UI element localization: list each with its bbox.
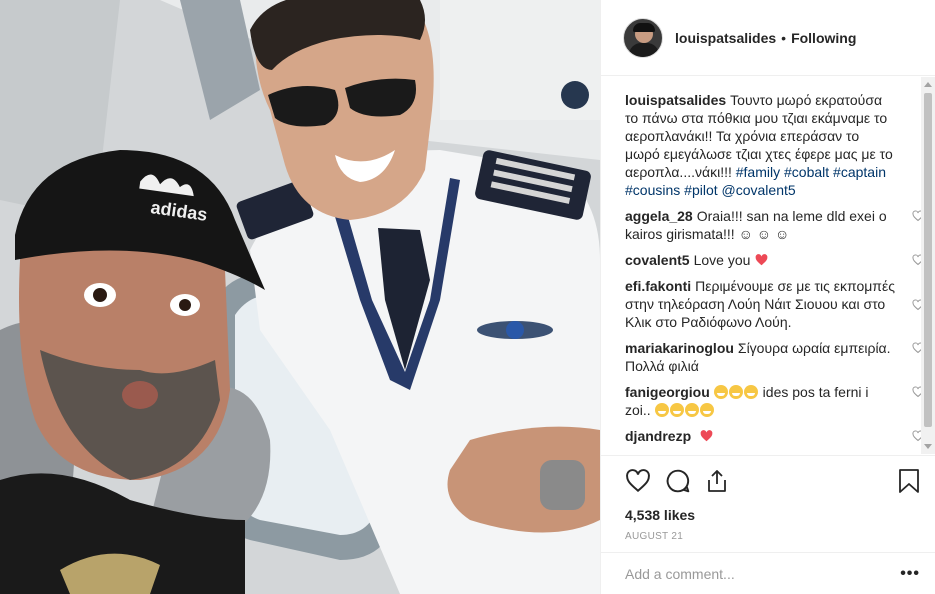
comment-username[interactable]: efi.fakonti (625, 278, 691, 294)
hashtag-family[interactable]: #family (736, 164, 780, 180)
list-item: aggela_28 Oraia!!! san na leme dld exei o… (625, 207, 924, 243)
hashtag-captain[interactable]: #captain (833, 164, 886, 180)
avatar[interactable] (623, 17, 663, 58)
comment-icon[interactable] (665, 468, 691, 494)
list-item: covalent5 Love you (625, 251, 924, 269)
grin-emoji-icon (743, 385, 758, 399)
instagram-post: adidas louispatsalides • Following louis… (0, 0, 935, 594)
post-date: AUGUST 21 (625, 531, 684, 542)
mention-covalent5[interactable]: @covalent5 (722, 182, 796, 198)
action-icons (625, 466, 920, 496)
selfie-photo-illustration: adidas (0, 0, 600, 594)
red-heart-icon (700, 430, 713, 442)
list-item: efi.fakonti Περιμένουμε σε με τις εκπομπέ… (625, 277, 924, 331)
caption-username[interactable]: louispatsalides (625, 92, 726, 108)
hashtag-cobalt[interactable]: #cobalt (784, 164, 829, 180)
comments-scrollbar[interactable] (921, 77, 935, 454)
comment-input[interactable]: Add a comment... (625, 566, 735, 582)
list-item: fanigeorgiou ides pos ta ferni i zoi.. (625, 383, 924, 419)
comment-username[interactable]: covalent5 (625, 252, 690, 268)
hashtag-cousins[interactable]: #cousins (625, 182, 680, 198)
grin-emoji-icon (654, 403, 669, 417)
heart-icon[interactable] (625, 468, 651, 494)
post-header: louispatsalides • Following (601, 0, 935, 76)
wink-emoji-icon (699, 403, 714, 417)
add-comment-bar: Add a comment... ••• (601, 552, 935, 594)
hashtag-pilot[interactable]: #pilot (684, 182, 717, 198)
post-photo[interactable]: adidas (0, 0, 600, 594)
post-sidebar: louispatsalides • Following louispatsali… (600, 0, 935, 594)
likes-count[interactable]: 4,538 likes (625, 507, 920, 523)
post-actions: 4,538 likes AUGUST 21 (601, 455, 935, 555)
comment-username[interactable]: mariakarinoglou (625, 340, 734, 356)
list-item: djandrezp (625, 427, 924, 445)
comment-username[interactable]: fanigeorgiou (625, 384, 710, 400)
grin-emoji-icon (669, 403, 684, 417)
comment-username[interactable]: aggela_28 (625, 208, 693, 224)
list-item: mariakarinoglou Σίγουρα ωραία εμπειρία. Π… (625, 339, 924, 375)
grin-emoji-icon (713, 385, 728, 399)
bookmark-icon[interactable] (898, 468, 920, 494)
comment-username[interactable]: djandrezp (625, 428, 691, 444)
caption: louispatsalides Τουντο μωρό εκρατούσα το … (625, 91, 896, 199)
share-icon[interactable] (705, 468, 729, 494)
header-separator: • (781, 29, 787, 46)
grin-emoji-icon (728, 385, 743, 399)
comments-list[interactable]: louispatsalides Τουντο μωρό εκρατούσα το … (601, 77, 935, 454)
grin-emoji-icon (684, 403, 699, 417)
following-button[interactable]: Following (791, 30, 856, 46)
more-options-button[interactable]: ••• (900, 565, 920, 583)
red-heart-icon (755, 254, 768, 266)
header-username[interactable]: louispatsalides (675, 30, 776, 46)
comment-text: Love you (693, 252, 751, 268)
scroll-up-arrow[interactable] (924, 82, 932, 87)
scroll-down-arrow[interactable] (924, 444, 932, 449)
scrollbar-thumb[interactable] (924, 93, 932, 427)
